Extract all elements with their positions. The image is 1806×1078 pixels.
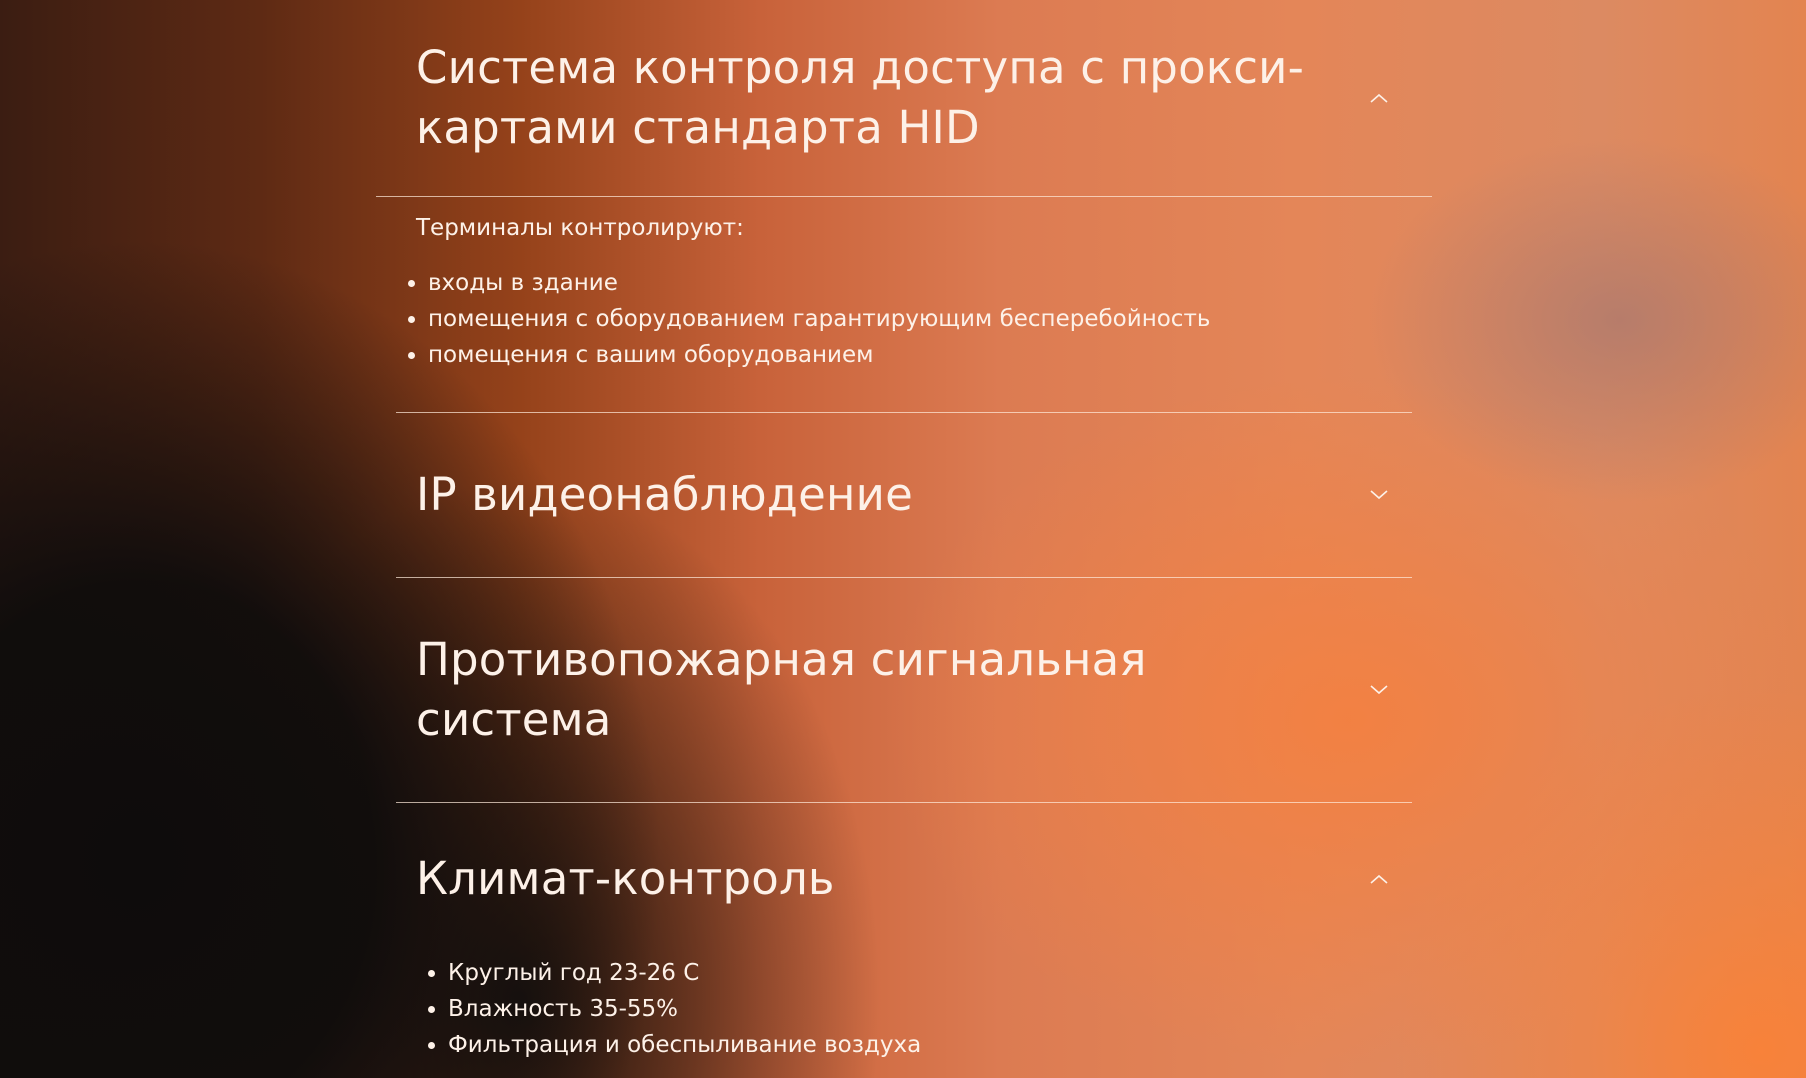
list-item: Фильтрация и обеспыливание воздуха <box>428 1027 1392 1063</box>
bullet-list: входы в здание помещения с оборудованием… <box>408 265 1392 373</box>
chevron-up-icon[interactable] <box>1368 87 1390 109</box>
list-item: помещения с оборудованием гарантирующим … <box>408 301 1392 337</box>
accordion-header-climate-control[interactable]: Климат-контроль <box>396 803 1412 955</box>
chevron-up-icon[interactable] <box>1368 868 1390 890</box>
accordion-title: Климат-контроль <box>416 852 835 905</box>
accordion-title: Противопожарная сигнальная система <box>416 633 1147 746</box>
bullet-list: Круглый год 23-26 С Влажность 35-55% Фил… <box>428 955 1392 1063</box>
accordion-body-access-control: Терминалы контролируют: входы в здание п… <box>396 197 1412 412</box>
accordion-body-climate-control: Круглый год 23-26 С Влажность 35-55% Фил… <box>396 955 1412 1063</box>
accordion-header-access-control[interactable]: Система контроля доступа с прокси-картам… <box>396 0 1412 196</box>
list-item: Влажность 35-55% <box>428 991 1392 1027</box>
accordion-header-ip-video[interactable]: IP видеонаблюдение <box>396 413 1412 577</box>
chevron-down-icon[interactable] <box>1368 484 1390 506</box>
accordion-item-fire-alarm: Противопожарная сигнальная система <box>396 578 1412 803</box>
accordion-item-climate-control: Климат-контроль Круглый год 23-26 С Влаж… <box>396 803 1412 1063</box>
accordion-header-fire-alarm[interactable]: Противопожарная сигнальная система <box>396 578 1412 802</box>
accordion-title: IP видеонаблюдение <box>416 468 913 521</box>
body-intro-text: Терминалы контролируют: <box>416 215 744 241</box>
chevron-down-icon[interactable] <box>1368 679 1390 701</box>
services-accordion: Система контроля доступа с прокси-картам… <box>376 0 1432 1063</box>
accordion-item-ip-video: IP видеонаблюдение <box>396 413 1412 578</box>
list-item: помещения с вашим оборудованием <box>408 337 1392 373</box>
list-item: входы в здание <box>408 265 1392 301</box>
accordion-title: Система контроля доступа с прокси-картам… <box>416 41 1305 154</box>
list-item: Круглый год 23-26 С <box>428 955 1392 991</box>
accordion-item-access-control: Система контроля доступа с прокси-картам… <box>376 0 1432 413</box>
